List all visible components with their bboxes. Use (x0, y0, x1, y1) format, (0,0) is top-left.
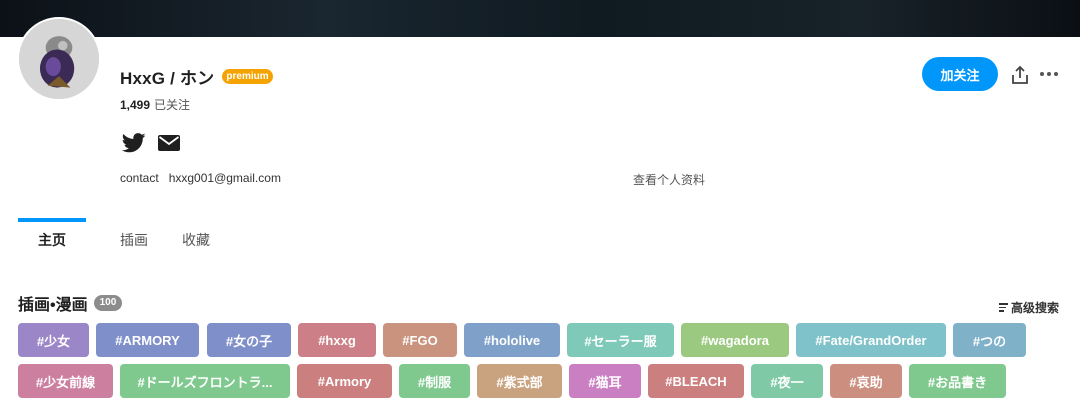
advanced-search-label: 高级搜索 (1011, 301, 1060, 315)
tag-chip[interactable]: #お品書き (909, 364, 1006, 398)
user-name: HxxG / ホン (120, 69, 215, 88)
tag-chip[interactable]: #紫式部 (477, 364, 562, 398)
mail-icon[interactable] (158, 135, 180, 156)
tag-chip[interactable]: #wagadora (681, 323, 789, 357)
cover-image (0, 0, 1080, 37)
premium-badge[interactable]: premium (222, 69, 273, 84)
contact-email: hxxg001@gmail.com (168, 171, 281, 185)
tag-chip[interactable]: #女の子 (207, 323, 291, 357)
tag-chip[interactable]: #ドールズフロントラ... (120, 364, 290, 398)
tag-chip[interactable]: #つの (953, 323, 1026, 357)
tag-chip[interactable]: #ARMORY (96, 323, 199, 357)
following-number: 1,499 (120, 98, 151, 112)
tag-chip[interactable]: #FGO (383, 323, 457, 357)
tag-chip[interactable]: #哀助 (830, 364, 902, 398)
tag-chip[interactable]: #夜一 (751, 364, 823, 398)
following-count[interactable]: 1,499 已关注 (120, 96, 190, 113)
filter-icon (999, 303, 1008, 312)
tab-collections[interactable]: 收藏 (160, 218, 230, 262)
follow-button[interactable]: 加关注 (922, 57, 998, 91)
tag-chip[interactable]: #Fate/GrandOrder (796, 323, 946, 357)
tag-chip[interactable]: #hololive (464, 323, 560, 357)
following-label: 已关注 (154, 98, 191, 112)
tag-chip[interactable]: #猫耳 (569, 364, 641, 398)
section-title: 插画•漫画 (18, 297, 88, 314)
view-profile-link[interactable]: 查看个人资料 (633, 171, 705, 188)
tag-chip[interactable]: #少女前線 (18, 364, 113, 398)
tag-chip[interactable]: #制服 (399, 364, 470, 398)
advanced-search-link[interactable]: 高级搜索 (999, 299, 1059, 316)
tab-home[interactable]: 主页 (18, 218, 86, 262)
contact-label: contact (120, 171, 159, 185)
avatar-image (19, 19, 99, 99)
avatar[interactable] (17, 17, 101, 101)
profile-tabs: 主页 插画 收藏 (18, 218, 230, 262)
tag-chip[interactable]: #少女 (18, 323, 89, 357)
twitter-icon[interactable] (121, 133, 146, 158)
tag-chip[interactable]: #セーラー服 (567, 323, 674, 357)
tag-chip[interactable]: #Armory (297, 364, 392, 398)
tab-illustrations[interactable]: 插画 (86, 218, 160, 262)
contact-info: contact hxxg001@gmail.com (120, 171, 281, 185)
share-icon[interactable] (1010, 65, 1030, 85)
more-icon[interactable] (1040, 72, 1058, 78)
section-count-badge: 100 (93, 295, 123, 311)
tag-chip[interactable]: #hxxg (298, 323, 376, 357)
tag-chip[interactable]: #BLEACH (648, 364, 744, 398)
